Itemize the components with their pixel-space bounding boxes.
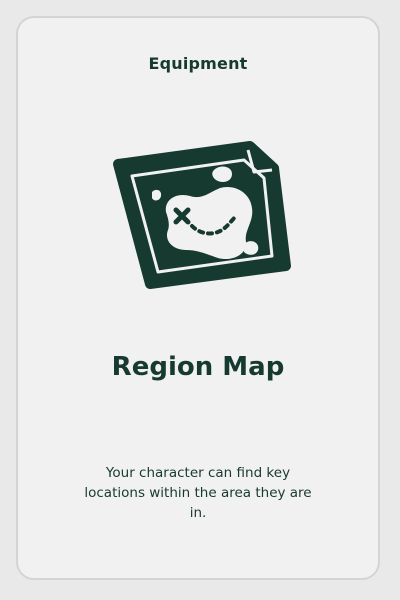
card-art	[104, 126, 304, 306]
card-title: Region Map	[111, 352, 285, 382]
card-category: Equipment	[148, 54, 248, 73]
equipment-card[interactable]: Equipment Region Map Your character can …	[16, 16, 380, 580]
treasure-map-icon	[113, 141, 291, 289]
card-description: Your character can find key locations wi…	[84, 465, 312, 521]
